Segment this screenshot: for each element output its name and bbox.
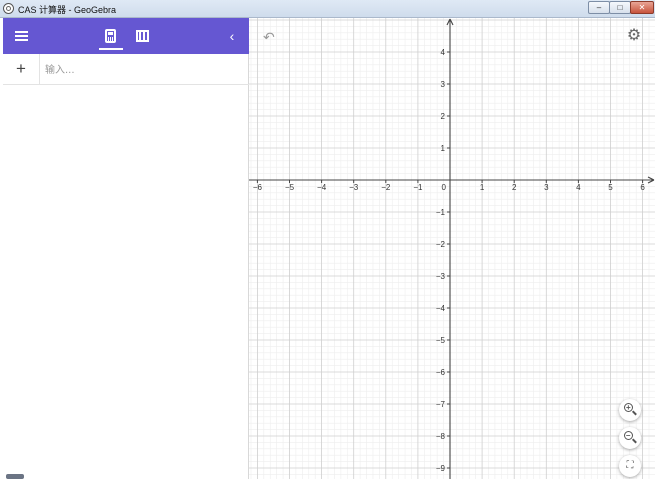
- x-tick-label: −3: [349, 183, 359, 192]
- coordinate-grid[interactable]: −6 −5 −4 −3 −2 −1 1 2 3 4 5 6 0 4 3 2 1 −1 −2 −3 −4 −5 −6 −7 −8 −…: [249, 18, 655, 479]
- input-divider: [39, 54, 40, 84]
- y-tick-label: 2: [441, 112, 446, 121]
- close-button[interactable]: ✕: [630, 1, 654, 14]
- minimize-button[interactable]: –: [588, 1, 610, 14]
- window-titlebar: CAS 计算器 - GeoGebra – □ ✕: [0, 0, 655, 18]
- calculator-icon[interactable]: [105, 29, 116, 43]
- x-tick-label: 6: [640, 183, 645, 192]
- y-tick-label: −8: [436, 432, 446, 441]
- zoom-in-button[interactable]: +: [619, 399, 641, 421]
- add-plus-icon[interactable]: +: [14, 60, 28, 78]
- y-tick-label: −3: [436, 272, 446, 281]
- fullscreen-icon: ⛶: [626, 460, 634, 471]
- origin-label: 0: [442, 183, 447, 192]
- x-tick-label: 2: [512, 183, 517, 192]
- graphics-view[interactable]: −6 −5 −4 −3 −2 −1 1 2 3 4 5 6 0 4 3 2 1 −1 −2 −3 −4 −5 −6 −7 −8 −…: [249, 18, 655, 479]
- y-tick-label: −2: [436, 240, 446, 249]
- x-tick-label: 5: [608, 183, 613, 192]
- y-tick-label: −6: [436, 368, 446, 377]
- y-tick-label: 1: [441, 144, 446, 153]
- app-toolbar: ‹: [3, 18, 249, 54]
- undo-icon[interactable]: ↶: [263, 30, 279, 44]
- y-tick-label: 4: [441, 48, 446, 57]
- x-tick-label: −6: [253, 183, 263, 192]
- y-tick-label: −4: [436, 304, 446, 313]
- x-tick-label: 3: [544, 183, 549, 192]
- y-tick-label: 3: [441, 80, 446, 89]
- zoom-out-button[interactable]: –: [619, 427, 641, 449]
- active-tab-indicator: [99, 48, 123, 50]
- algebra-input[interactable]: [43, 59, 247, 81]
- x-tick-label: −4: [317, 183, 327, 192]
- y-tick-label: −1: [436, 208, 446, 217]
- x-tick-label: −5: [285, 183, 295, 192]
- y-tick-label: −9: [436, 464, 446, 473]
- x-tick-label: 1: [480, 183, 485, 192]
- y-tick-label: −7: [436, 400, 446, 409]
- geogebra-app-icon: [3, 3, 14, 14]
- y-tick-label: −5: [436, 336, 446, 345]
- window-title: CAS 计算器 - GeoGebra: [18, 5, 117, 15]
- x-tick-label: −1: [413, 183, 423, 192]
- input-row: +: [3, 54, 249, 85]
- x-tick-label: −2: [381, 183, 391, 192]
- maximize-button[interactable]: □: [609, 1, 631, 14]
- fullscreen-button[interactable]: ⛶: [619, 455, 641, 477]
- hamburger-menu-icon[interactable]: [15, 31, 28, 41]
- table-icon[interactable]: [136, 30, 149, 42]
- x-tick-label: 4: [576, 183, 581, 192]
- corner-tag: [6, 474, 24, 479]
- chevron-left-icon[interactable]: ‹: [225, 28, 239, 44]
- algebra-panel: ‹ +: [3, 18, 249, 479]
- settings-gear-icon[interactable]: ⚙: [626, 28, 642, 44]
